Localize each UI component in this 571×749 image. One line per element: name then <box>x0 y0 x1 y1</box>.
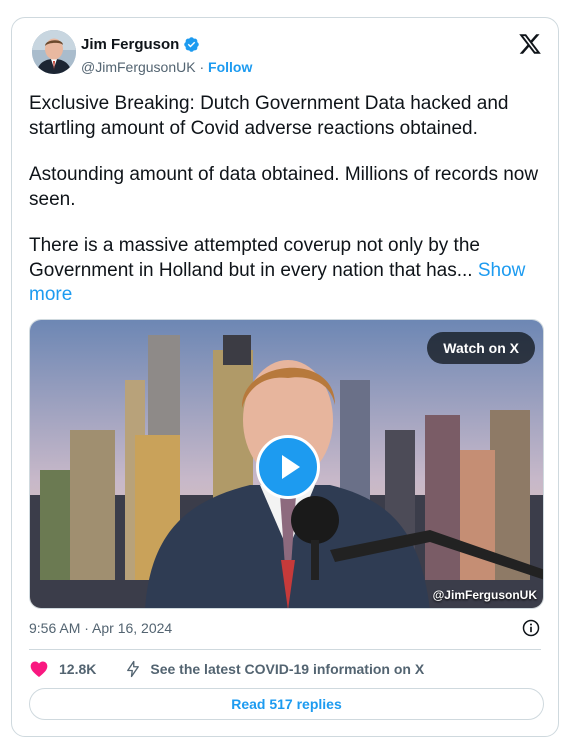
divider <box>29 649 541 650</box>
heart-icon[interactable] <box>29 659 49 679</box>
video-watermark: @JimFergusonUK <box>432 588 537 602</box>
info-icon[interactable] <box>521 618 541 638</box>
tweet-text: Exclusive Breaking: Dutch Government Dat… <box>29 92 549 308</box>
tweet-paragraph-text: There is a massive attempted coverup not… <box>29 235 480 281</box>
tweet-timestamp[interactable]: 9:56 AM · Apr 16, 2024 <box>29 620 172 636</box>
x-logo-icon[interactable] <box>518 32 542 56</box>
tweet-paragraph: Exclusive Breaking: Dutch Government Dat… <box>29 93 509 139</box>
tweet-actions: 12.8K See the latest COVID-19 informatio… <box>29 659 424 679</box>
play-button[interactable] <box>256 435 320 499</box>
lightning-icon <box>127 660 140 678</box>
separator-dot: · <box>199 59 205 75</box>
video-player[interactable]: Watch on X @JimFergusonUK <box>29 319 544 609</box>
avatar-image <box>32 30 76 74</box>
covid-info-link[interactable]: See the latest COVID-19 information on X <box>150 661 424 677</box>
follow-button[interactable]: Follow <box>208 59 252 75</box>
author-name[interactable]: Jim Ferguson <box>81 36 179 53</box>
tweet-card[interactable]: Jim Ferguson @JimFergusonUK · Follow Exc… <box>11 17 559 737</box>
play-icon <box>282 455 300 479</box>
tweet-paragraph-truncated: There is a massive attempted coverup not… <box>29 234 549 308</box>
avatar[interactable] <box>32 30 76 74</box>
watch-on-x-button[interactable]: Watch on X <box>427 332 535 364</box>
author-handle[interactable]: @JimFergusonUK <box>81 59 196 75</box>
read-replies-button[interactable]: Read 517 replies <box>29 688 544 720</box>
like-count[interactable]: 12.8K <box>59 661 96 677</box>
verified-badge-icon <box>184 37 200 52</box>
tweet-paragraph: Astounding amount of data obtained. Mill… <box>29 164 539 210</box>
